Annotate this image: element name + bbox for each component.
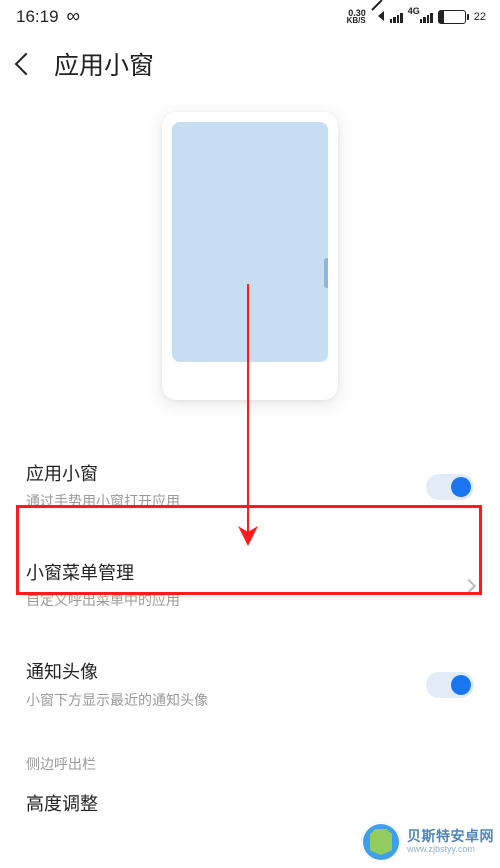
row-menu-management[interactable]: 小窗菜单管理 自定义呼出菜单中的应用 — [0, 547, 500, 626]
row-subtitle: 自定义呼出菜单中的应用 — [26, 590, 464, 610]
network-type: 4G — [408, 6, 420, 16]
row-subtitle: 小窗下方显示最近的通知头像 — [26, 690, 426, 710]
watermark-url: www.zjbstyy.com — [407, 845, 494, 855]
toggle-app-small-window[interactable] — [426, 474, 474, 500]
watermark: 贝斯特安卓网 www.zjbstyy.com — [361, 822, 494, 862]
row-subtitle: 通过手势用小窗打开应用 — [26, 491, 426, 511]
status-time: 16:19 — [16, 7, 59, 27]
network-speed: 0.30 KB/S — [347, 9, 366, 25]
preview-area — [0, 112, 500, 400]
battery-level: 22 — [474, 11, 486, 23]
row-app-small-window[interactable]: 应用小窗 通过手势用小窗打开应用 — [0, 448, 500, 527]
page-header: 应用小窗 — [0, 34, 500, 94]
page-title: 应用小窗 — [54, 46, 154, 82]
side-tab-indicator — [324, 258, 328, 288]
phone-mockup — [162, 112, 338, 400]
row-title: 通知头像 — [26, 660, 426, 685]
back-icon[interactable] — [15, 53, 38, 76]
mute-icon — [371, 10, 385, 24]
infinity-icon: ∞ — [67, 6, 81, 28]
status-bar: 16:19 ∞ 0.30 KB/S 4G 22 — [0, 0, 500, 34]
watermark-title: 贝斯特安卓网 — [407, 829, 494, 844]
row-notification-avatar[interactable]: 通知头像 小窗下方显示最近的通知头像 — [0, 646, 500, 725]
chevron-right-icon — [462, 579, 476, 593]
battery-icon — [438, 10, 469, 24]
phone-screen — [172, 122, 328, 362]
signal-icon-1 — [390, 11, 403, 23]
row-title: 小窗菜单管理 — [26, 561, 464, 586]
settings-list: 应用小窗 通过手势用小窗打开应用 小窗菜单管理 自定义呼出菜单中的应用 通知头像… — [0, 448, 500, 833]
row-title: 高度调整 — [26, 792, 474, 817]
watermark-logo-icon — [361, 822, 401, 862]
toggle-notification-avatar[interactable] — [426, 672, 474, 698]
section-label: 侧边呼出栏 — [0, 726, 500, 784]
row-title: 应用小窗 — [26, 462, 426, 487]
signal-icon-2 — [420, 11, 433, 23]
